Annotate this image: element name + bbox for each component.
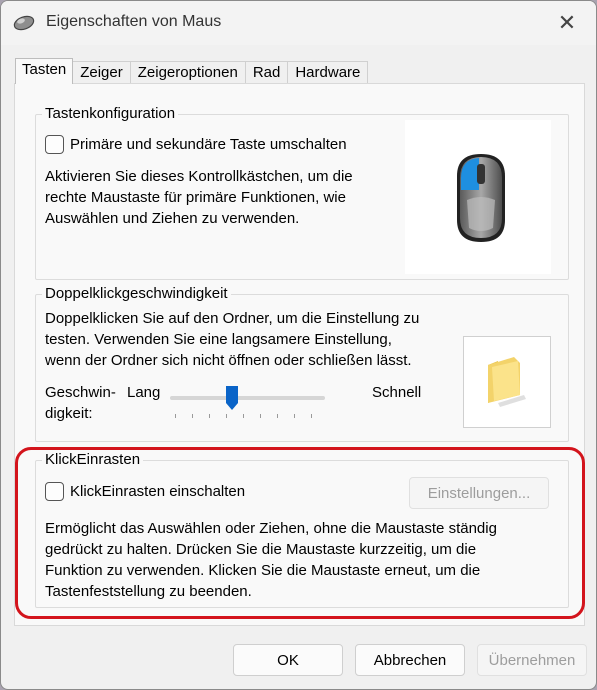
speed-label-line: digkeit: bbox=[45, 405, 93, 422]
click-lock-row[interactable]: KlickEinrasten einschalten bbox=[45, 482, 245, 501]
mouse-preview bbox=[405, 120, 551, 274]
click-lock-checkbox[interactable] bbox=[45, 482, 64, 501]
title-bar: Eigenschaften von Maus ✕ bbox=[1, 1, 596, 45]
swap-buttons-checkbox[interactable] bbox=[45, 135, 64, 154]
speed-slider-thumb[interactable] bbox=[225, 385, 239, 411]
slider-tick bbox=[226, 414, 227, 418]
slider-tick bbox=[243, 414, 244, 418]
description-line: testen. Verwenden Sie eine langsamere Ei… bbox=[45, 331, 392, 348]
slider-tick bbox=[175, 414, 176, 418]
apply-button[interactable]: Übernehmen bbox=[477, 644, 587, 676]
cancel-button[interactable]: Abbrechen bbox=[355, 644, 465, 676]
swap-buttons-label: Primäre und sekundäre Taste umschalten bbox=[70, 136, 347, 153]
click-lock-settings-button[interactable]: Einstellungen... bbox=[409, 477, 549, 509]
tab-hardware[interactable]: Hardware bbox=[287, 61, 369, 84]
tab-tasten[interactable]: Tasten bbox=[15, 58, 74, 84]
tab-rad[interactable]: Rad bbox=[244, 61, 289, 84]
button-config-title: Tastenkonfiguration bbox=[42, 105, 179, 122]
ok-button[interactable]: OK bbox=[233, 644, 343, 676]
button-config-description: Aktivieren Sie dieses Kontrollkästchen, … bbox=[45, 166, 405, 229]
mouse-app-icon bbox=[13, 15, 35, 31]
slider-tick bbox=[311, 414, 312, 418]
description-line: Auswählen und Ziehen zu verwenden. bbox=[45, 210, 300, 227]
close-button[interactable]: ✕ bbox=[538, 1, 596, 45]
description-line: rechte Maustaste für primäre Funktionen,… bbox=[45, 189, 346, 206]
slider-tick bbox=[277, 414, 278, 418]
speed-label-line: Geschwin- bbox=[45, 384, 116, 401]
click-lock-title: KlickEinrasten bbox=[42, 451, 144, 468]
slow-label: Lang bbox=[127, 384, 161, 401]
mouse-properties-dialog: Eigenschaften von Maus ✕ Tasten Zeiger Z… bbox=[0, 0, 597, 690]
window-title: Eigenschaften von Maus bbox=[46, 13, 222, 30]
slider-tick bbox=[209, 414, 210, 418]
test-folder[interactable] bbox=[463, 336, 551, 428]
description-line: Doppelklicken Sie auf den Ordner, um die… bbox=[45, 310, 420, 327]
fast-label: Schnell bbox=[372, 384, 422, 401]
tab-zeiger[interactable]: Zeiger bbox=[72, 61, 131, 84]
description-line: wenn der Ordner sich nicht öffnen oder s… bbox=[45, 352, 412, 369]
double-click-description: Doppelklicken Sie auf den Ordner, um die… bbox=[45, 308, 465, 371]
slider-tick bbox=[294, 414, 295, 418]
description-line: gedrückt zu halten. Drücken Sie die Maus… bbox=[45, 541, 477, 558]
tab-panel-tasten: Tastenkonfiguration Primäre und sekundär… bbox=[14, 83, 585, 626]
description-line: Tastenfeststellung zu beenden. bbox=[45, 583, 252, 600]
tab-strip: Tasten Zeiger Zeigeroptionen Rad Hardwar… bbox=[15, 58, 369, 84]
swap-buttons-row[interactable]: Primäre und sekundäre Taste umschalten bbox=[45, 135, 347, 154]
close-icon: ✕ bbox=[557, 10, 577, 35]
slider-tick bbox=[192, 414, 193, 418]
speed-slider-track[interactable] bbox=[170, 396, 325, 400]
double-click-title: Doppelklickgeschwindigkeit bbox=[42, 285, 231, 302]
click-lock-description: Ermöglicht das Auswählen oder Ziehen, oh… bbox=[45, 518, 555, 602]
description-line: Aktivieren Sie dieses Kontrollkästchen, … bbox=[45, 168, 353, 185]
folder-icon bbox=[488, 357, 526, 407]
tab-zeigeroptionen[interactable]: Zeigeroptionen bbox=[129, 61, 246, 84]
description-line: Funktion zu verwenden. Klicken Sie die M… bbox=[45, 562, 481, 579]
mouse-icon bbox=[457, 154, 505, 242]
slider-tick bbox=[260, 414, 261, 418]
click-lock-label: KlickEinrasten einschalten bbox=[70, 483, 246, 500]
description-line: Ermöglicht das Auswählen oder Ziehen, oh… bbox=[45, 520, 497, 537]
speed-label: Geschwin- digkeit: bbox=[45, 382, 116, 424]
